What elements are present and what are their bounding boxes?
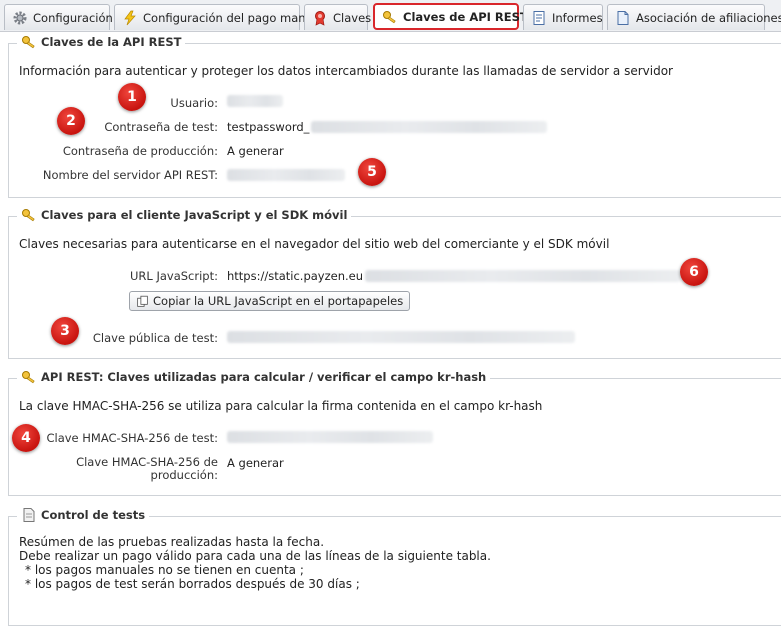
tab-asociacion-afiliaciones[interactable]: Asociación de afiliaciones — [607, 4, 781, 30]
tab-claves-api-rest[interactable]: Claves de API REST — [373, 3, 528, 30]
tab-configuracion-pago-manual[interactable]: Configuración del pago manual — [114, 4, 323, 30]
copy-button-label: Copiar la URL JavaScript en el portapape… — [153, 294, 404, 308]
tab-label: Claves de API REST — [403, 9, 528, 24]
tab-label: Claves — [333, 10, 372, 25]
lightning-icon — [124, 10, 136, 25]
hmac-prod-label-line2: producción: — [150, 468, 218, 482]
tab-label: Informes — [552, 10, 603, 25]
public-key-value[interactable] — [227, 331, 575, 343]
tab-label: Configuración — [33, 10, 113, 25]
annotation-badge-2: 2 — [57, 107, 85, 135]
certificate-icon — [315, 10, 325, 26]
copy-js-url-button[interactable]: Copiar la URL JavaScript en el portapape… — [129, 291, 411, 311]
tests-line-1: Resúmen de las pruebas realizadas hasta … — [19, 535, 325, 549]
copy-icon — [137, 295, 148, 307]
tab-claves[interactable]: Claves — [304, 4, 372, 30]
section-title: Control de tests — [41, 508, 146, 522]
js-client-keys-section: Claves para el cliente JavaScript y el S… — [8, 207, 781, 359]
test-password-prefix: testpassword_ — [227, 120, 310, 134]
key-icon — [22, 209, 35, 222]
hmac-test-label: Clave HMAC-SHA-256 de test: — [46, 431, 218, 445]
tests-line-2: Debe realizar un pago válido para cada u… — [19, 549, 491, 563]
tests-line-3: * los pagos manuales no se tienen en cue… — [25, 563, 304, 577]
report-icon — [533, 10, 545, 25]
tab-bar: Configuración Configuración del pago man… — [0, 0, 781, 32]
rest-api-keys-section: Claves de la API REST Información para a… — [8, 34, 781, 198]
annotation-badge-3: 3 — [51, 317, 79, 345]
tab-configuracion[interactable]: Configuración — [4, 4, 113, 30]
user-value[interactable] — [227, 95, 283, 107]
tab-label: Configuración del pago manual — [143, 10, 324, 25]
annotation-badge-4: 4 — [12, 424, 40, 452]
js-url-value[interactable]: https://static.payzen.eu — [227, 269, 682, 283]
section-title: Claves para el cliente JavaScript y el S… — [41, 208, 348, 222]
tab-label: Asociación de afiliaciones — [636, 10, 781, 25]
prod-password-value: A generar — [227, 144, 284, 158]
tests-line-4: * los pagos de test serán borrados despu… — [25, 577, 360, 591]
document-icon — [23, 508, 35, 522]
annotation-badge-1: 1 — [118, 83, 146, 111]
key-icon — [383, 10, 396, 23]
annotation-badge-6: 6 — [680, 258, 708, 286]
annotation-badge-5: 5 — [358, 158, 386, 186]
section-title: API REST: Claves utilizadas para calcula… — [41, 370, 487, 384]
tab-informes[interactable]: Informes — [523, 4, 603, 30]
gear-icon — [13, 11, 27, 24]
server-name-value[interactable] — [227, 169, 345, 181]
hmac-prod-value: A generar — [227, 456, 284, 470]
section-intro: Información para autenticar y proteger l… — [19, 64, 673, 78]
section-legend: API REST: Claves utilizadas para calcula… — [17, 369, 491, 385]
section-legend: Claves de la API REST — [17, 34, 186, 50]
server-name-label: Nombre del servidor API REST: — [42, 168, 218, 182]
section-legend: Claves para el cliente JavaScript y el S… — [17, 207, 352, 223]
section-intro: Claves necesarias para autenticarse en e… — [19, 237, 610, 251]
hmac-keys-section: API REST: Claves utilizadas para calcula… — [8, 369, 781, 496]
test-password-label: Contraseña de test: — [104, 120, 218, 134]
hmac-prod-label: Clave HMAC-SHA-256 de producción: — [76, 456, 218, 482]
test-control-section: Control de tests Resúmen de las pruebas … — [8, 507, 781, 626]
user-label: Usuario: — [170, 96, 218, 110]
js-url-label: URL JavaScript: — [130, 269, 218, 283]
section-title: Claves de la API REST — [41, 35, 182, 49]
document-icon — [617, 10, 629, 25]
section-intro: La clave HMAC-SHA-256 se utiliza para ca… — [19, 399, 543, 413]
key-icon — [22, 371, 35, 384]
prod-password-label: Contraseña de producción: — [62, 144, 218, 158]
js-url-text: https://static.payzen.eu — [227, 269, 364, 283]
public-key-label: Clave pública de test: — [92, 331, 218, 345]
section-legend: Control de tests — [17, 507, 150, 523]
test-password-value[interactable]: testpassword_ — [227, 120, 548, 134]
hmac-test-value[interactable] — [227, 431, 433, 443]
key-icon — [22, 36, 35, 49]
